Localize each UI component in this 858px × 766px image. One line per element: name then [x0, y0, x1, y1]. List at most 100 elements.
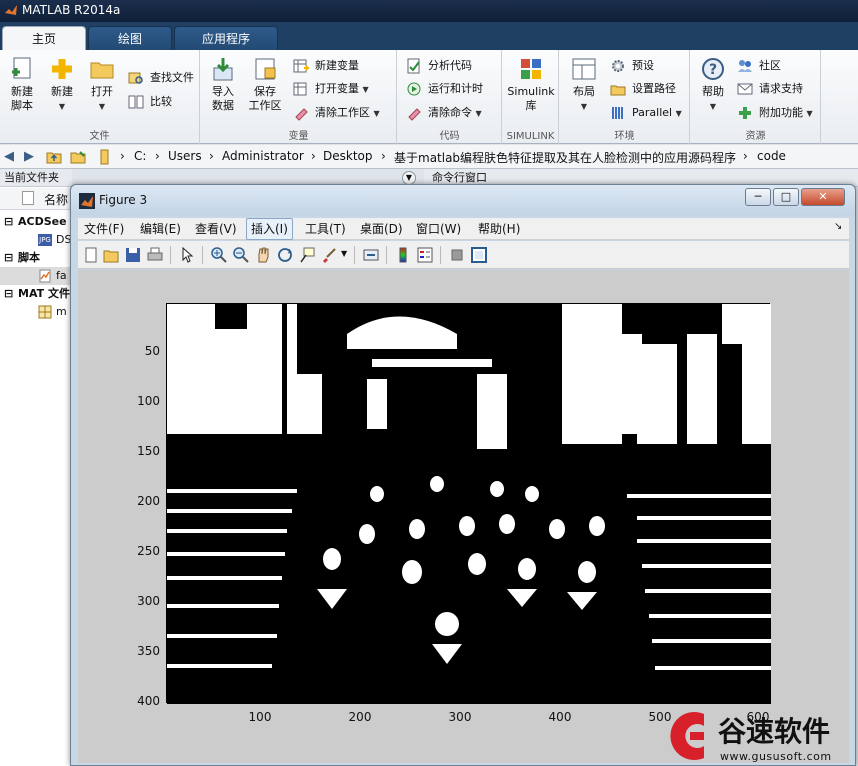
import-data-button[interactable]: 导入 数据 [201, 56, 245, 113]
tree-file-m[interactable]: m [0, 303, 72, 321]
collapse-icon[interactable]: ⊟ [4, 213, 13, 231]
y-tick-label: 250 [137, 544, 160, 558]
brush-dropdown-icon[interactable]: ▼ [341, 249, 347, 258]
open-variable-button[interactable]: 打开变量 ▼ [293, 79, 369, 99]
tree-group-acdsee[interactable]: ⊟ ACDSee [0, 213, 72, 231]
minimize-button[interactable]: ─ [745, 188, 771, 206]
matlab-logo-icon [79, 193, 95, 209]
new-script-button[interactable]: 新建 脚本 [0, 56, 44, 113]
path-segment-code[interactable]: code [757, 149, 786, 163]
menu-help[interactable]: 帮助(H) [474, 218, 524, 240]
menu-view[interactable]: 查看(V) [191, 218, 241, 240]
collapse-icon[interactable]: ⊟ [4, 285, 13, 303]
preferences-button[interactable]: 预设 [610, 56, 654, 76]
select-all-checkbox[interactable] [22, 191, 34, 205]
tree-group-mat-files[interactable]: ⊟ MAT 文件 [0, 285, 72, 303]
hide-plot-tools-icon[interactable] [448, 246, 466, 264]
layout-label: 布局 [573, 85, 595, 98]
path-separator-icon: › [120, 149, 125, 163]
save-workspace-button[interactable]: 保存 工作区 [243, 56, 287, 113]
print-icon[interactable] [146, 246, 164, 264]
close-button[interactable]: ✕ [801, 188, 845, 206]
menubar-overflow-icon[interactable]: ↘ [834, 221, 842, 232]
zoom-in-icon[interactable] [210, 246, 228, 264]
path-segment-users[interactable]: Users [168, 149, 202, 163]
watermark-url: www.gususoft.com [720, 750, 832, 763]
path-segment-administrator[interactable]: Administrator [222, 149, 304, 163]
parallel-button[interactable]: Parallel ▼ [610, 103, 682, 123]
back-arrow-icon[interactable]: ◀ [4, 149, 14, 164]
y-tick-label: 50 [144, 344, 160, 358]
collapse-icon[interactable]: ⊟ [4, 249, 13, 267]
forward-arrow-icon[interactable]: ▶ [24, 149, 34, 164]
tree-group-scripts[interactable]: ⊟ 脚本 [0, 249, 72, 267]
request-support-button[interactable]: 请求支持 [737, 79, 803, 99]
tab-apps[interactable]: 应用程序 [174, 26, 278, 50]
compare-button[interactable]: 比较 [128, 92, 172, 112]
ribbon-group-resources: ? 帮助 ▼ 社区 请求支持 附加功能 ▼ 资源 [691, 50, 821, 144]
menu-desktop[interactable]: 桌面(D) [356, 218, 407, 240]
add-ons-button[interactable]: 附加功能 ▼ [737, 103, 813, 123]
new-variable-button[interactable]: 新建变量 [293, 56, 359, 76]
save-icon[interactable] [124, 246, 142, 264]
browse-folder-icon[interactable] [70, 149, 86, 165]
tab-home[interactable]: 主页 [2, 26, 86, 50]
colorbar-icon[interactable] [394, 246, 412, 264]
path-segment-project[interactable]: 基于matlab编程肤色特征提取及其在人脸检测中的应用源码程序 [394, 149, 736, 166]
figure-titlebar[interactable]: Figure 3 ─ □ ✕ [71, 185, 855, 215]
clear-workspace-icon [295, 108, 308, 121]
path-segment-drive[interactable]: C: [134, 149, 146, 163]
analyze-code-icon [407, 58, 420, 74]
file-group-label: 文件 [89, 131, 110, 142]
panel-options-dropdown-icon[interactable]: ▼ [402, 171, 416, 185]
zoom-out-icon[interactable] [232, 246, 250, 264]
ribbon-tabstrip: 主页 绘图 应用程序 [0, 22, 858, 50]
clear-commands-button[interactable]: 清除命令 ▼ [406, 103, 482, 123]
menu-window[interactable]: 窗口(W) [412, 218, 465, 240]
open-dropdown-icon: ▼ [98, 102, 106, 111]
path-separator-icon: › [209, 149, 214, 163]
show-plot-tools-icon[interactable] [470, 246, 488, 264]
set-path-button[interactable]: 设置路径 [610, 79, 676, 99]
column-name[interactable]: 名称 [44, 191, 68, 208]
menu-file[interactable]: 文件(F) [80, 218, 128, 240]
tab-plots[interactable]: 绘图 [88, 26, 172, 50]
import-data-icon [213, 58, 233, 81]
find-files-button[interactable]: 查找文件 [128, 68, 194, 88]
maximize-button[interactable]: □ [773, 188, 799, 206]
link-plot-icon[interactable] [362, 246, 380, 264]
mat-file-icon [38, 305, 52, 319]
clear-workspace-dropdown-icon: ▼ [373, 109, 380, 118]
analyze-code-button[interactable]: 分析代码 [406, 56, 472, 76]
new-script-label: 新建 脚本 [11, 85, 33, 112]
pan-hand-icon[interactable] [254, 246, 272, 264]
layout-button[interactable]: 布局 ▼ [562, 56, 606, 114]
menu-edit[interactable]: 编辑(E) [136, 218, 185, 240]
clear-workspace-button[interactable]: 清除工作区 ▼ [293, 103, 380, 123]
help-button[interactable]: ? 帮助 ▼ [691, 56, 735, 114]
new-figure-icon[interactable] [82, 246, 100, 264]
data-cursor-icon[interactable] [298, 246, 316, 264]
pointer-arrow-icon[interactable] [178, 246, 196, 264]
run-and-time-label: 运行和计时 [428, 82, 483, 95]
open-button[interactable]: 打开 ▼ [80, 56, 124, 114]
add-ons-dropdown-icon: ▼ [806, 109, 813, 118]
tree-file-ds[interactable]: JPG DS [0, 231, 72, 249]
request-support-label: 请求支持 [759, 82, 803, 95]
up-folder-icon[interactable] [46, 149, 62, 165]
toolbar-separator [354, 246, 355, 264]
brush-icon[interactable] [320, 246, 338, 264]
image-axes[interactable] [166, 303, 771, 704]
rotate-3d-icon[interactable] [276, 246, 294, 264]
run-and-time-button[interactable]: 运行和计时 [406, 79, 483, 99]
menu-insert[interactable]: 插入(I) [246, 218, 293, 240]
simulink-library-button[interactable]: Simulink 库 [507, 56, 555, 113]
community-button[interactable]: 社区 [737, 56, 781, 76]
open-file-icon[interactable] [102, 246, 120, 264]
legend-icon[interactable] [416, 246, 434, 264]
new-variable-label: 新建变量 [315, 59, 359, 72]
path-segment-desktop[interactable]: Desktop [323, 149, 373, 163]
menu-tools[interactable]: 工具(T) [301, 218, 350, 240]
tree-file-fa[interactable]: fa [0, 267, 72, 285]
new-button[interactable]: 新建 ▼ [40, 56, 84, 114]
